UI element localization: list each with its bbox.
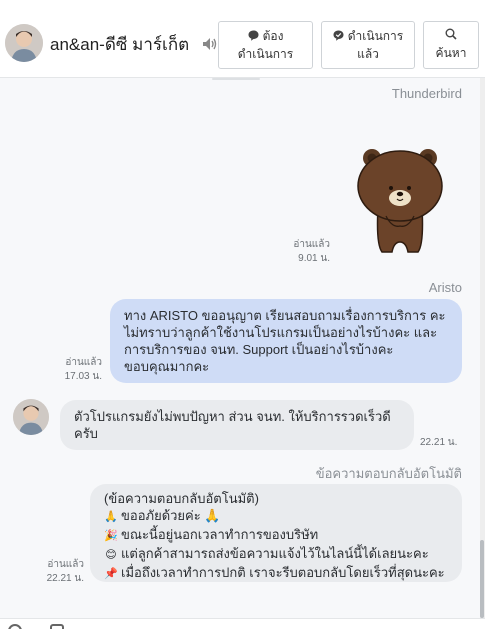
message-time: 17.03 น. <box>64 371 102 382</box>
search-button[interactable]: ค้นหา <box>423 21 479 69</box>
message-time: 9.01 น. <box>298 253 330 264</box>
attach-icon[interactable] <box>50 624 64 629</box>
message-line: ขอบคุณมากคะ <box>124 359 210 374</box>
todo-button[interactable]: ต้อง ดำเนินการ <box>218 21 313 69</box>
sender-name: Aristo <box>428 280 462 295</box>
chat-area[interactable]: Thunderbird อ่านแล้ว 9.01 น. Aristo ทาง … <box>0 78 480 618</box>
bear-sticker[interactable] <box>356 146 446 258</box>
emoji-icon[interactable] <box>8 624 22 629</box>
done-label-1: ดำเนินการ <box>347 29 404 43</box>
outgoing-message-bubble[interactable]: ทาง ARISTO ขออนุญาต เรียนสอบถามเรื่องการ… <box>110 299 462 383</box>
todo-label-2: ดำเนินการ <box>237 47 294 61</box>
check-bubble-icon <box>333 29 344 46</box>
done-button[interactable]: ดำเนินการ แล้ว <box>321 21 415 69</box>
message-line: 😊 แต่ลูกค้าสามารถส่งข้อความแจ้งไว้ในไลน์น… <box>104 545 448 564</box>
search-label: ค้นหา <box>435 46 467 60</box>
read-status: อ่านแล้ว <box>65 357 102 368</box>
party-icon: 🎉 <box>104 530 118 542</box>
message-meta: อ่านแล้ว 9.01 น. <box>293 238 330 266</box>
read-status: อ่านแล้ว <box>293 239 330 250</box>
message-line: 📌 เมื่อถึงเวลาทำการปกติ เราจะรีบตอบกลับโด… <box>104 564 448 583</box>
divider <box>212 78 260 80</box>
contact-avatar[interactable] <box>13 399 49 435</box>
message-meta: อ่านแล้ว 17.03 น. <box>65 356 102 384</box>
search-icon <box>445 28 457 43</box>
message-meta: อ่านแล้ว 22.21 น. <box>47 558 84 586</box>
message-line: ครับ <box>74 426 98 441</box>
pray-icon: 🙏 <box>104 511 118 523</box>
todo-label-1: ต้อง <box>262 29 284 43</box>
scrollbar-thumb[interactable] <box>480 540 484 618</box>
message-toolbar <box>0 618 485 629</box>
chat-bubble-icon <box>248 29 259 46</box>
auto-reply-bubble[interactable]: (ข้อความตอบกลับอัตโนมัติ) 🙏 ขออภัยด้วยค่ะ… <box>90 484 462 582</box>
incoming-message-bubble[interactable]: ตัวโปรแกรมยังไม่พบปัญหา ส่วน จนท. ให้บริ… <box>60 400 414 450</box>
message-line: การบริการของ จนท. Support เป็นอย่างไรบ้า… <box>124 342 394 357</box>
speaker-icon[interactable] <box>202 37 218 51</box>
read-status: อ่านแล้ว <box>47 559 84 570</box>
chat-header: an&an-ดีซี มาร์เก็ต ต้อง ดำเนินการ ดำเนิ… <box>0 0 485 78</box>
contact-name: an&an-ดีซี มาร์เก็ต <box>50 35 190 54</box>
message-line: (ข้อความตอบกลับอัตโนมัติ) <box>104 491 259 506</box>
done-label-2: แล้ว <box>357 47 379 61</box>
message-line: ตัวโปรแกรมยังไม่พบปัญหา ส่วน จนท. ให้บริ… <box>74 409 391 424</box>
sender-name: ข้อความตอบกลับอัตโนมัติ <box>315 466 462 481</box>
message-line: ไม่ทราบว่าลูกค้าใช้งานโปรแกรมเป็นอย่างไร… <box>124 325 438 340</box>
message-line: 🎉 ขณะนี้อยู่นอกเวลาทำการของบริษัท <box>104 526 448 545</box>
pin-icon: 📌 <box>104 568 118 580</box>
message-time: 22.21 น. <box>420 437 458 448</box>
message-time: 22.21 น. <box>46 573 84 584</box>
smile-icon: 😊 <box>105 549 117 561</box>
message-line: ทาง ARISTO ขออนุญาต เรียนสอบถามเรื่องการ… <box>124 308 446 323</box>
sender-name: Thunderbird <box>391 86 462 101</box>
message-line: 🙏 ขออภัยด้วยค่ะ 🙏 <box>104 507 448 526</box>
scrollbar-track[interactable] <box>480 78 485 618</box>
contact-avatar[interactable] <box>5 24 43 62</box>
